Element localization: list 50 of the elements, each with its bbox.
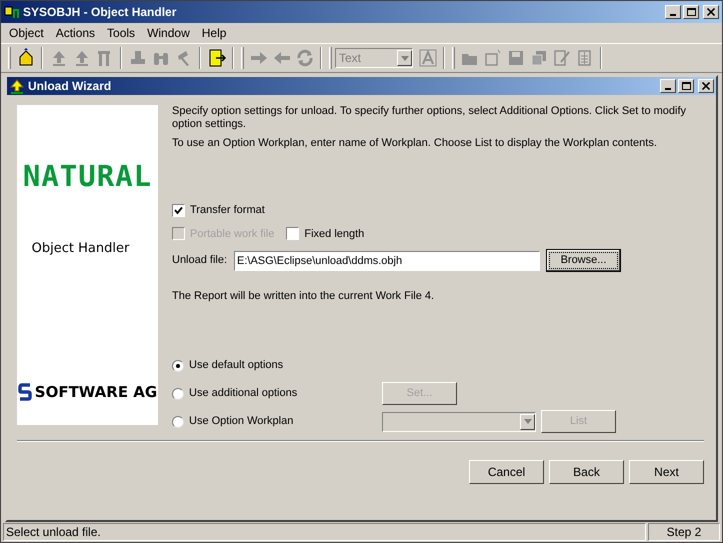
wizard-title: Unload Wizard — [28, 78, 112, 95]
product-logo: NATURAL — [22, 158, 152, 195]
minimize-icon — [670, 14, 676, 16]
checkbox-label: Fixed length — [304, 226, 364, 242]
unload-file-field[interactable]: E:\ASG\Eclipse\unload\ddms.objh — [234, 250, 540, 270]
radio-button[interactable] — [172, 360, 184, 372]
intro-text: Specify option settings for unload. To specify further options, select Additional Options. Click Set to modify option settings. — [172, 105, 688, 131]
checkmark-icon — [174, 206, 183, 215]
menu-item[interactable]: Tools — [101, 24, 142, 42]
radio-label: Use default options — [189, 358, 284, 374]
maximize-button[interactable] — [678, 79, 694, 93]
status-step: Step 2 — [648, 523, 720, 541]
checkbox[interactable] — [172, 204, 185, 217]
window-title: SYSOBJH - Object Handler — [23, 4, 178, 21]
menu-item[interactable]: Help — [196, 24, 232, 42]
minimize-button[interactable] — [660, 79, 676, 93]
browse-button[interactable]: Browse... — [546, 249, 621, 272]
wizard-button[interactable]: Cancel — [469, 460, 544, 484]
checkbox-label: Transfer format — [190, 203, 265, 218]
maximize-icon — [686, 8, 696, 16]
product-caption: Object Handler — [32, 240, 130, 258]
radio-label: Use Option Workplan — [189, 414, 294, 430]
upload-arrow-icon — [9, 78, 25, 94]
radio-button[interactable] — [172, 388, 184, 400]
menu-item[interactable]: Window — [141, 24, 196, 42]
dropdown-arrow-icon — [400, 56, 408, 60]
menu-item[interactable]: Actions — [50, 24, 102, 42]
vendor-logo-icon — [18, 382, 32, 401]
checkbox[interactable] — [286, 227, 300, 240]
radio-button[interactable] — [172, 416, 184, 428]
maximize-icon — [682, 82, 690, 90]
wizard-button[interactable]: Next — [629, 460, 704, 484]
radio-label: Use additional options — [189, 386, 298, 402]
dropdown-arrow-icon — [524, 419, 532, 424]
close-button[interactable] — [703, 5, 719, 19]
close-button[interactable] — [698, 79, 714, 93]
vendor-name: SOFTWARE AG — [34, 382, 158, 402]
report-note: The Report will be written into the current Work File 4. — [172, 289, 436, 304]
menu-item[interactable]: Object — [3, 24, 50, 42]
minimize-button[interactable] — [665, 5, 681, 19]
close-icon — [707, 8, 715, 16]
minimize-icon — [665, 88, 671, 90]
maximize-button[interactable] — [683, 5, 699, 19]
app-icon — [4, 4, 20, 20]
door-exit-icon[interactable] — [206, 48, 226, 68]
status-message: Select unload file. — [3, 523, 646, 541]
wizard-button[interactable]: Back — [549, 460, 624, 484]
field-label: Unload file: — [172, 253, 228, 268]
intro-text: To use an Option Workplan, enter name of Workplan. Choose List to display the Workplan contents. — [172, 137, 658, 150]
close-icon — [702, 82, 710, 90]
